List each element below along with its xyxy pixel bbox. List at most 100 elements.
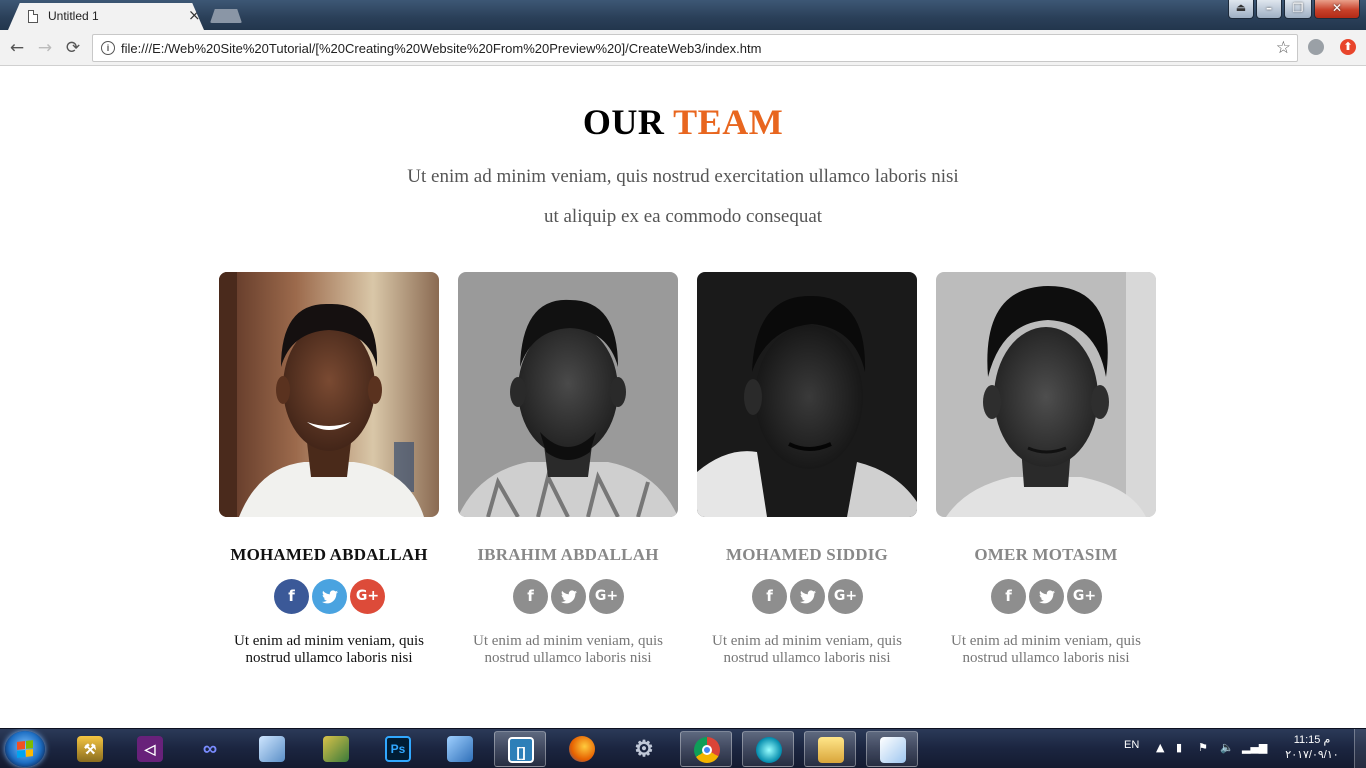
team-card[interactable]: IBRAHIM ABDALLAH f G+ Ut enim ad minim v… xyxy=(458,272,678,672)
facebook-icon[interactable]: f xyxy=(752,579,787,614)
section-intro: Ut enim ad minim veniam, quis nostrud ex… xyxy=(333,157,1033,237)
taskbar-app[interactable]: ⚙ xyxy=(618,731,670,767)
extension-icon[interactable] xyxy=(1308,39,1324,55)
maximize-button[interactable]: ❐ xyxy=(1284,0,1312,19)
chrome-icon xyxy=(694,737,720,763)
infinity-icon: ∞ xyxy=(202,738,218,760)
close-icon: ✕ xyxy=(1331,1,1343,15)
member-name: IBRAHIM ABDALLAH xyxy=(477,545,659,564)
reload-button[interactable]: ⟳ xyxy=(62,37,84,59)
member-description: Ut enim ad minim veniam, quis nostrud ul… xyxy=(473,633,663,666)
info-icon[interactable]: i xyxy=(101,41,115,55)
system-tray: EN ▲ ▮ ⚑ 🔈 ▂▄▆ 11:15 م ٢٠١٧/٠٩/١٠ xyxy=(1118,729,1366,768)
language-indicator[interactable]: EN xyxy=(1124,739,1139,751)
facebook-icon[interactable]: f xyxy=(274,579,309,614)
brackets-icon: [] xyxy=(508,737,534,763)
paint-icon xyxy=(880,737,906,763)
network-icon[interactable]: ▂▄▆ xyxy=(1242,741,1267,755)
clock[interactable]: 11:15 م ٢٠١٧/٠٩/١٠ xyxy=(1280,733,1344,763)
taskbar-app[interactable] xyxy=(680,731,732,767)
taskbar-app[interactable]: Ps xyxy=(372,731,424,767)
window-controls: ⏏ – ❐ ✕ xyxy=(1228,0,1360,20)
team-card[interactable]: MOHAMED SIDDIG f G+ Ut enim ad minim ven… xyxy=(697,272,917,672)
taskbar-app[interactable] xyxy=(866,731,918,767)
google-plus-icon[interactable]: G+ xyxy=(1067,579,1102,614)
window-title-ghost xyxy=(400,6,960,20)
bookmark-star-icon[interactable]: ☆ xyxy=(1276,38,1291,58)
member-description: Ut enim ad minim veniam, quis nostrud ul… xyxy=(712,633,902,666)
page-content: OUR TEAM Ut enim ad minim veniam, quis n… xyxy=(0,67,1366,728)
new-tab-button[interactable] xyxy=(210,9,242,23)
taskbar-app[interactable]: [] xyxy=(494,731,546,767)
taskbar-app[interactable] xyxy=(310,731,362,767)
facebook-icon[interactable]: f xyxy=(513,579,548,614)
team-card[interactable]: MOHAMED ABDALLAH f G+ Ut enim ad minim v… xyxy=(219,272,439,672)
twitter-icon[interactable] xyxy=(1029,579,1064,614)
clock-time: 11:15 م xyxy=(1293,734,1331,746)
member-name: OMER MOTASIM xyxy=(974,545,1118,564)
file-explorer-icon xyxy=(818,737,844,763)
twitter-icon[interactable] xyxy=(790,579,825,614)
back-button[interactable]: ← xyxy=(6,37,28,59)
minimize-icon: – xyxy=(1266,1,1272,15)
twitter-icon[interactable] xyxy=(551,579,586,614)
team-photo xyxy=(697,272,917,517)
social-links: f G+ xyxy=(991,579,1103,615)
notebook-icon xyxy=(447,736,473,762)
twitter-icon[interactable] xyxy=(312,579,347,614)
facebook-icon[interactable]: f xyxy=(991,579,1026,614)
taskbar-app[interactable]: ◁ xyxy=(124,731,176,767)
taskbar-app[interactable] xyxy=(556,731,608,767)
user-profile-button[interactable]: ⏏ xyxy=(1228,0,1254,19)
cube-icon xyxy=(259,736,285,762)
taskbar-app[interactable] xyxy=(804,731,856,767)
heading-accent: TEAM xyxy=(673,102,784,142)
intro-line-2: ut aliquip ex ea commodo consequat xyxy=(543,206,823,227)
team-photo xyxy=(458,272,678,517)
window-title-bar: Untitled 1 × ⏏ – ❐ ✕ xyxy=(0,0,1366,30)
app-icon xyxy=(323,736,349,762)
close-window-button[interactable]: ✕ xyxy=(1314,0,1360,19)
taskbar-app[interactable]: ∞ xyxy=(184,731,236,767)
tab-close-icon[interactable]: × xyxy=(188,7,201,23)
restore-icon: ❐ xyxy=(1292,1,1304,15)
intro-line-1: Ut enim ad minim veniam, quis nostrud ex… xyxy=(407,166,959,187)
team-photo xyxy=(219,272,439,517)
member-description: Ut enim ad minim veniam, quis nostrud ul… xyxy=(234,633,424,666)
section-heading: OUR TEAM xyxy=(0,101,1366,143)
browser-tab[interactable]: Untitled 1 × xyxy=(8,3,204,30)
windows-logo-icon xyxy=(17,740,33,758)
member-description: Ut enim ad minim veniam, quis nostrud ul… xyxy=(951,633,1141,666)
address-bar[interactable]: i file:///E:/Web%20Site%20Tutorial/[%20C… xyxy=(92,34,1298,62)
minimize-button[interactable]: – xyxy=(1256,0,1282,19)
address-url[interactable]: file:///E:/Web%20Site%20Tutorial/[%20Cre… xyxy=(121,41,761,56)
show-hidden-icons[interactable]: ▲ xyxy=(1156,741,1168,755)
clock-date: ٢٠١٧/٠٩/١٠ xyxy=(1285,749,1339,761)
visual-studio-icon: ◁ xyxy=(137,736,163,762)
google-plus-icon[interactable]: G+ xyxy=(828,579,863,614)
team-card[interactable]: OMER MOTASIM f G+ Ut enim ad minim venia… xyxy=(936,272,1156,672)
start-button[interactable] xyxy=(5,731,45,767)
google-plus-icon[interactable]: G+ xyxy=(350,579,385,614)
google-plus-icon[interactable]: G+ xyxy=(589,579,624,614)
taskbar-app[interactable] xyxy=(742,731,794,767)
taskbar-app[interactable] xyxy=(246,731,298,767)
taskbar: ⚒ ◁ ∞ Ps [] ⚙ EN ▲ ▮ ⚑ 🔈 ▂▄▆ 11:15 م ٢٠١… xyxy=(0,728,1366,768)
forward-button[interactable]: → xyxy=(34,37,56,59)
social-links: f G+ xyxy=(752,579,864,615)
show-desktop-button[interactable] xyxy=(1354,729,1366,768)
gears-icon: ⚙ xyxy=(634,736,654,761)
member-name: MOHAMED ABDALLAH xyxy=(230,545,428,564)
browser-toolbar: ← → ⟳ i file:///E:/Web%20Site%20Tutorial… xyxy=(0,30,1366,66)
toolbox-icon: ⚒ xyxy=(77,736,103,762)
firefox-icon xyxy=(569,736,595,762)
action-center-flag-icon[interactable]: ⚑ xyxy=(1198,741,1210,755)
taskbar-app[interactable]: ⚒ xyxy=(64,731,116,767)
update-icon[interactable]: ⬆ xyxy=(1340,39,1356,55)
taskbar-app[interactable] xyxy=(434,731,486,767)
heading-main: OUR xyxy=(582,102,665,142)
power-icon[interactable]: ▮ xyxy=(1176,741,1188,755)
tab-title: Untitled 1 xyxy=(48,9,99,23)
volume-icon[interactable]: 🔈 xyxy=(1220,741,1234,755)
user-icon: ⏏ xyxy=(1235,1,1247,14)
